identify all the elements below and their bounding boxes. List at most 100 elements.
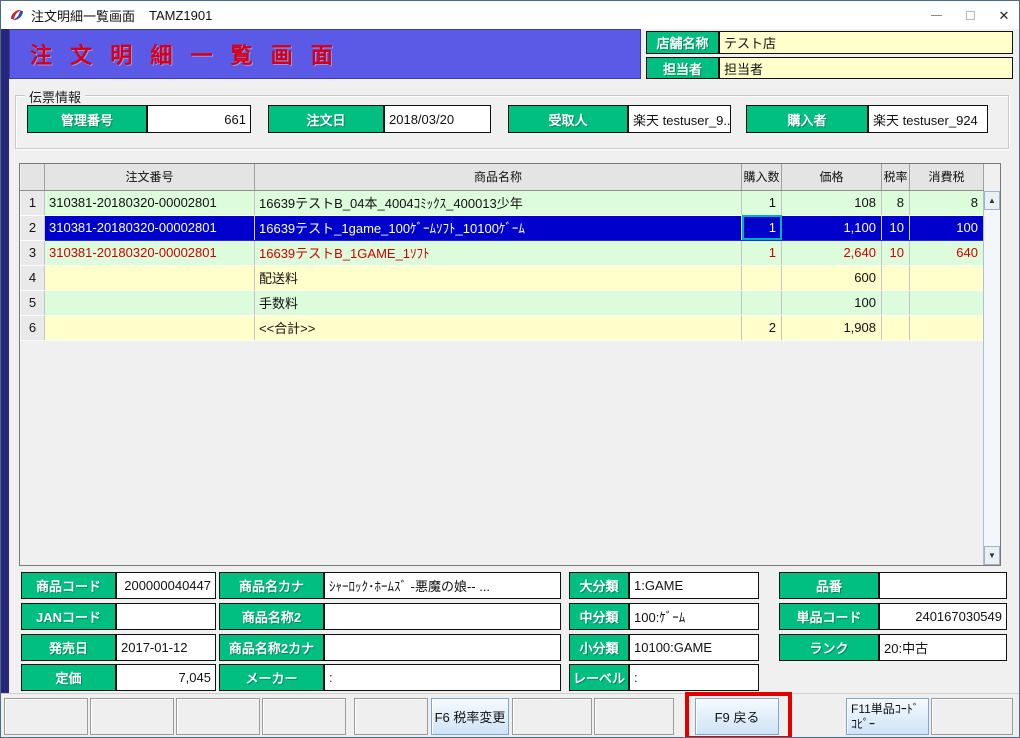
scroll-up-button[interactable]: ▲ [984, 191, 1000, 210]
col-header-tax-rate[interactable]: 税率 [882, 164, 910, 190]
table-row[interactable]: 4 配送料 600 [21, 265, 984, 290]
f6-tax-rate-change-button[interactable]: F6 税率変更 [431, 698, 509, 735]
jan-code-field[interactable] [116, 603, 216, 630]
cell-order-no[interactable]: 310381-20180320-00002801 [45, 215, 255, 240]
cell-qty[interactable] [742, 290, 782, 315]
middle-class-field[interactable]: 100:ｹﾞｰﾑ [629, 603, 759, 630]
rank-field[interactable]: 20:中古 [879, 634, 1007, 661]
cell-order-no[interactable] [45, 315, 255, 340]
product-code-field[interactable]: 200000040447 [116, 572, 216, 599]
cell-price[interactable]: 600 [782, 265, 882, 290]
row-number: 1 [21, 190, 45, 215]
cell-product[interactable]: 手数料 [255, 290, 742, 315]
cell-qty[interactable]: 1 [742, 240, 782, 265]
cell-order-no[interactable]: 310381-20180320-00002801 [45, 240, 255, 265]
table-row[interactable]: 3 310381-20180320-00002801 16639テストB_1GA… [21, 240, 984, 265]
cell-qty[interactable]: 2 [742, 315, 782, 340]
shop-name-field[interactable]: テスト店 [719, 31, 1013, 54]
fkey-blank-2[interactable] [90, 698, 174, 735]
cell-price[interactable]: 100 [782, 290, 882, 315]
cell-product[interactable]: 16639テストB_04本_4004ｺﾐｯｸｽ_400013少年 [255, 190, 742, 215]
cell-tax-rate[interactable]: 10 [882, 240, 910, 265]
product-kana-field[interactable]: ｼｬｰﾛｯｸ･ﾎｰﾑｽﾞ -悪魔の娘-- ... [324, 572, 561, 599]
staff-field[interactable]: 担当者 [719, 57, 1013, 79]
cell-qty[interactable]: 1 [742, 190, 782, 215]
mgmt-no-field[interactable]: 661 [147, 105, 251, 133]
cell-tax-rate[interactable]: 8 [882, 190, 910, 215]
col-header-tax[interactable]: 消費税 [910, 164, 984, 190]
row-number: 4 [21, 265, 45, 290]
f11-button-line1: F11単品ｺｰﾄﾞ [851, 702, 919, 717]
unit-code-label: 単品コード [779, 603, 879, 630]
staff-label: 担当者 [646, 57, 719, 79]
col-header-order-no[interactable]: 注文番号 [45, 164, 255, 190]
cell-product[interactable]: 16639テスト_1game_100ｹﾞｰﾑｿﾌﾄ_10100ｹﾞｰﾑ [255, 215, 742, 240]
unit-code-field[interactable]: 240167030549 [879, 603, 1007, 630]
cell-qty[interactable] [742, 265, 782, 290]
fkey-blank-1[interactable] [4, 698, 88, 735]
cell-tax[interactable]: 8 [910, 190, 984, 215]
cell-order-no[interactable]: 310381-20180320-00002801 [45, 190, 255, 215]
fkey-blank-3[interactable] [176, 698, 260, 735]
cell-order-no[interactable] [45, 265, 255, 290]
cell-product[interactable]: <<合計>> [255, 315, 742, 340]
table-row[interactable]: 5 手数料 100 [21, 290, 984, 315]
minor-class-field[interactable]: 10100:GAME [629, 634, 759, 661]
receiver-field[interactable]: 楽天 testuser_9... [628, 105, 731, 133]
cell-tax-rate[interactable] [882, 290, 910, 315]
purchaser-field[interactable]: 楽天 testuser_924 [868, 105, 988, 133]
table-row[interactable]: 1 310381-20180320-00002801 16639テストB_04本… [21, 190, 984, 215]
table-vertical-scrollbar[interactable]: ▲ ▼ [983, 191, 1000, 565]
label-field-field[interactable]: : [629, 664, 759, 691]
window-minimize-button[interactable] [919, 1, 953, 29]
cell-product[interactable]: 16639テストB_1GAME_1ｿﾌﾄ [255, 240, 742, 265]
cell-price[interactable]: 108 [782, 190, 882, 215]
cell-tax[interactable] [910, 290, 984, 315]
fkey-blank-12[interactable] [931, 698, 1013, 735]
product-name2-field[interactable] [324, 603, 561, 630]
col-header-qty[interactable]: 購入数 [742, 164, 782, 190]
cell-tax[interactable]: 640 [910, 240, 984, 265]
table-row-selected[interactable]: 2 310381-20180320-00002801 16639テスト_1gam… [21, 215, 984, 240]
triangle-down-icon: ▼ [988, 551, 996, 560]
f11-unit-code-copy-button[interactable]: F11単品ｺｰﾄﾞ ｺﾋﾟｰ [846, 698, 929, 735]
cell-tax[interactable]: 100 [910, 215, 984, 240]
list-price-field[interactable]: 7,045 [116, 664, 216, 691]
cell-order-no[interactable] [45, 290, 255, 315]
window-close-button[interactable]: ✕ [987, 1, 1020, 29]
f9-back-button[interactable]: F9 戻る [695, 698, 779, 735]
row-number: 6 [21, 315, 45, 340]
col-header-product[interactable]: 商品名称 [255, 164, 742, 190]
cell-tax-rate[interactable] [882, 265, 910, 290]
maximize-icon [966, 11, 975, 20]
cell-product[interactable]: 配送料 [255, 265, 742, 290]
maker-field[interactable]: : [324, 664, 561, 691]
product-code-label: 商品コード [21, 572, 116, 599]
col-header-price[interactable]: 価格 [782, 164, 882, 190]
fkey-blank-8[interactable] [594, 698, 674, 735]
cell-tax-rate[interactable] [882, 315, 910, 340]
fkey-blank-5[interactable] [354, 698, 428, 735]
order-date-field[interactable]: 2018/03/20 [384, 105, 491, 133]
shop-name-label: 店舗名称 [646, 31, 719, 54]
function-key-bar: F6 税率変更 F9 戻る F11単品ｺｰﾄﾞ ｺﾋﾟｰ [1, 693, 1020, 738]
cell-tax[interactable] [910, 315, 984, 340]
cell-tax-rate[interactable]: 10 [882, 215, 910, 240]
item-no-field[interactable] [879, 572, 1007, 599]
window-maximize-button[interactable] [953, 1, 987, 29]
cell-price[interactable]: 1,908 [782, 315, 882, 340]
cell-qty-focused[interactable]: 1 [742, 215, 782, 240]
row-number-header [21, 164, 45, 190]
cell-price[interactable]: 1,100 [782, 215, 882, 240]
scroll-down-button[interactable]: ▼ [984, 546, 1000, 565]
fkey-blank-4[interactable] [262, 698, 346, 735]
table-row-total[interactable]: 6 <<合計>> 2 1,908 [21, 315, 984, 340]
cell-tax[interactable] [910, 265, 984, 290]
release-date-field[interactable]: 2017-01-12 [116, 634, 216, 661]
product-name2-kana-field[interactable] [324, 634, 561, 661]
table-header-row: 注文番号 商品名称 購入数 価格 税率 消費税 [21, 164, 984, 190]
minimize-icon [931, 15, 942, 16]
fkey-blank-7[interactable] [512, 698, 592, 735]
cell-price[interactable]: 2,640 [782, 240, 882, 265]
major-class-field[interactable]: 1:GAME [629, 572, 759, 599]
